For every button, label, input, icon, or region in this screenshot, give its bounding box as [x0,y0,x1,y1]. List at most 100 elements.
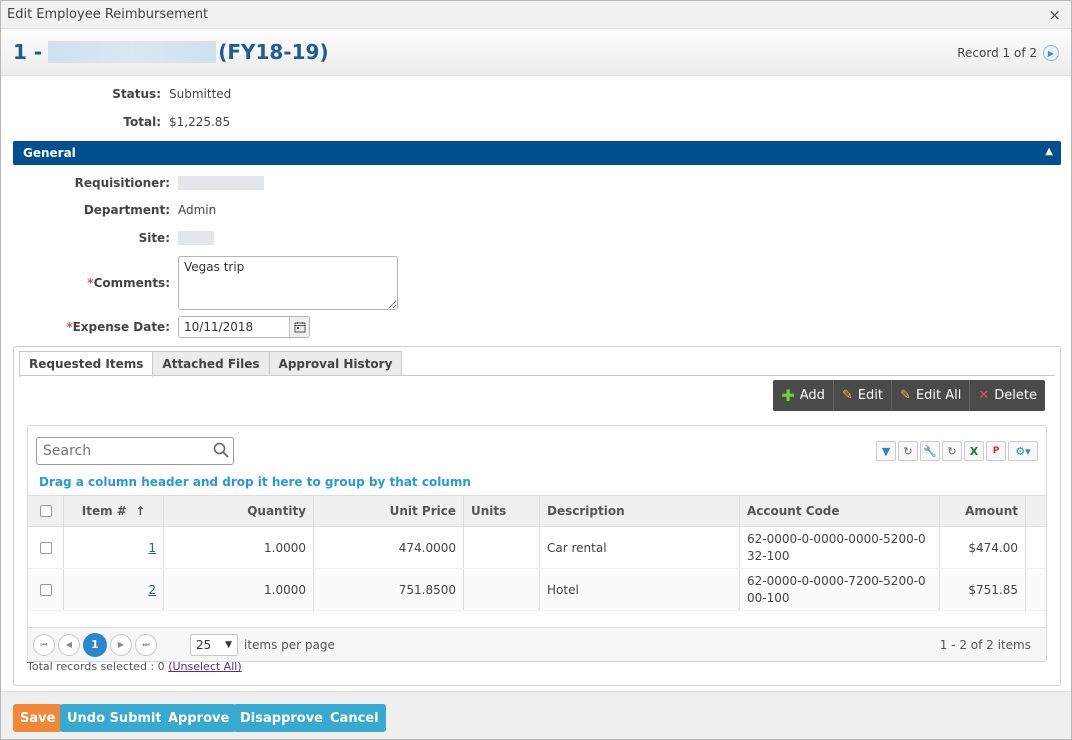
collapse-icon[interactable]: ▲ [1045,146,1053,157]
items-grid: ▼ ↻ 🔧 ↻ X P ⚙▾ Drag a column header and … [27,425,1047,662]
pager-info: 1 - 2 of 2 items [939,638,1031,652]
dialog-footer: Save Undo Submit Approve Disapprove Canc… [1,691,1071,739]
cancel-button[interactable]: Cancel [323,704,386,732]
undo-submit-button[interactable]: Undo Submit [60,704,169,732]
quantity-cell: 1.0000 [164,527,314,568]
disapprove-button[interactable]: Disapprove [233,704,331,732]
excel-export-icon[interactable]: X [964,441,984,461]
current-page-button[interactable]: 1 [83,632,107,657]
table-row[interactable]: 1 1.0000 474.0000 Car rental 62-0000-0-0… [28,527,1046,569]
close-icon[interactable]: × [1048,6,1061,24]
redacted-requisitioner [178,176,264,190]
requisitioner-label: Requisitioner: [74,176,170,190]
requisitioner-row: Requisitioner: [10,176,264,190]
description-cell: Hotel [540,569,740,610]
col-header-amount[interactable]: Amount [940,496,1026,526]
add-label: Add [799,388,825,403]
tab-approval-history[interactable]: Approval History [268,351,403,376]
calendar-icon[interactable] [289,317,309,337]
select-all-checkbox[interactable] [39,505,52,517]
item-link[interactable]: 1 [148,541,156,555]
edit-label: Edit [857,388,884,403]
save-button[interactable]: Save [13,704,63,732]
section-title: General [23,146,76,160]
per-page-label: items per page [244,637,335,652]
comments-textarea[interactable]: Vegas trip [178,256,398,310]
total-value: $1,225.85 [169,115,231,129]
comments-label: *Comments: [87,276,170,290]
group-by-hint[interactable]: Drag a column header and drop it here to… [39,475,471,489]
col-header-units[interactable]: Units [464,496,540,526]
refresh-filter-icon[interactable]: ↻ [898,441,918,461]
col-header-unit-price[interactable]: Unit Price [314,496,464,526]
quantity-cell: 1.0000 [164,569,314,610]
sort-asc-icon: ↑ [135,504,146,518]
record-header: 1 - (FY18-19) Record 1 of 2 ▶ [1,30,1071,76]
department-label: Department: [83,203,170,217]
total-label: Total: [123,115,161,129]
description-cell: Car rental [540,527,740,568]
tab-attached-files[interactable]: Attached Files [152,351,270,376]
pdf-export-icon[interactable]: P [986,441,1006,461]
unit-price-cell: 751.8500 [314,569,464,610]
pencil-icon: ✎ [841,388,853,403]
status-value: Submitted [169,87,232,101]
row-select-cell [28,569,64,610]
items-toolbar: ✚ Add ✎ Edit ✎ Edit All ✕ Delete [773,380,1045,411]
table-header-row: Item # ↑ Quantity Unit Price Units Descr… [28,495,1046,527]
refresh-icon[interactable]: ↻ [942,441,962,461]
approve-button[interactable]: Approve [161,704,237,732]
row-checkbox[interactable] [39,583,52,596]
site-label: Site: [138,231,170,245]
record-counter: Record 1 of 2 [957,46,1037,60]
pencil-icon: ✎ [900,388,911,403]
edit-button[interactable]: ✎ Edit [834,380,893,411]
tab-requested-items[interactable]: Requested Items [19,351,154,377]
first-page-icon[interactable]: ⏮ [33,633,55,656]
chevron-down-icon: ▼ [225,639,232,650]
general-section-header[interactable]: General ▲ [13,141,1061,165]
edit-all-label: Edit All [915,388,962,403]
search-input[interactable] [43,443,203,459]
search-icon[interactable] [213,442,229,461]
table-row[interactable]: 2 1.0000 751.8500 Hotel 62-0000-0-0000-7… [28,569,1046,611]
next-record-icon[interactable]: ▶ [1043,45,1059,61]
last-page-icon[interactable]: ⏭ [135,633,157,656]
col-header-account-code[interactable]: Account Code [740,496,940,526]
col-header-quantity[interactable]: Quantity [164,496,314,526]
col-header-item[interactable]: Item # ↑ [64,496,164,526]
expense-date-row: *Expense Date: [10,316,310,338]
selection-summary: Total records selected : 0 (Unselect All… [27,660,242,673]
delete-label: Delete [994,388,1037,403]
department-row: Department: Admin [10,203,216,217]
expense-date-label: *Expense Date: [66,320,170,334]
next-page-icon[interactable]: ▶ [110,633,132,656]
row-select-cell [28,527,64,568]
selected-count-text: Total records selected : 0 [27,660,165,673]
unit-price-cell: 474.0000 [314,527,464,568]
page-size-select[interactable]: 25 ▼ [190,633,238,656]
wrench-icon[interactable]: 🔧 [920,441,940,461]
site-row: Site: [10,231,214,245]
settings-gear-icon[interactable]: ⚙▾ [1008,441,1038,461]
item-link[interactable]: 2 [148,583,156,597]
prev-page-icon[interactable]: ◀ [58,633,80,656]
filter-icon[interactable]: ▼ [876,441,896,461]
record-title: 1 - (FY18-19) [13,40,329,64]
expense-date-input[interactable] [179,317,289,337]
total-row: Total: $1,225.85 [1,115,230,129]
dialog-title: Edit Employee Reimbursement [7,7,209,22]
expense-date-picker [178,316,310,338]
row-checkbox[interactable] [39,541,52,554]
edit-all-button[interactable]: ✎ Edit All [892,380,971,411]
delete-x-icon: ✕ [978,388,990,403]
account-code-cell: 62-0000-0-0000-0000-5200-032-100 [740,527,940,568]
tab-divider [19,375,1055,376]
status-row: Status: Submitted [1,87,231,101]
add-button[interactable]: ✚ Add [773,380,834,411]
unselect-all-link[interactable]: (Unselect All) [168,660,241,673]
col-header-description[interactable]: Description [540,496,740,526]
amount-cell: $474.00 [940,527,1026,568]
item-cell: 2 [64,569,164,610]
delete-button[interactable]: ✕ Delete [970,380,1045,411]
